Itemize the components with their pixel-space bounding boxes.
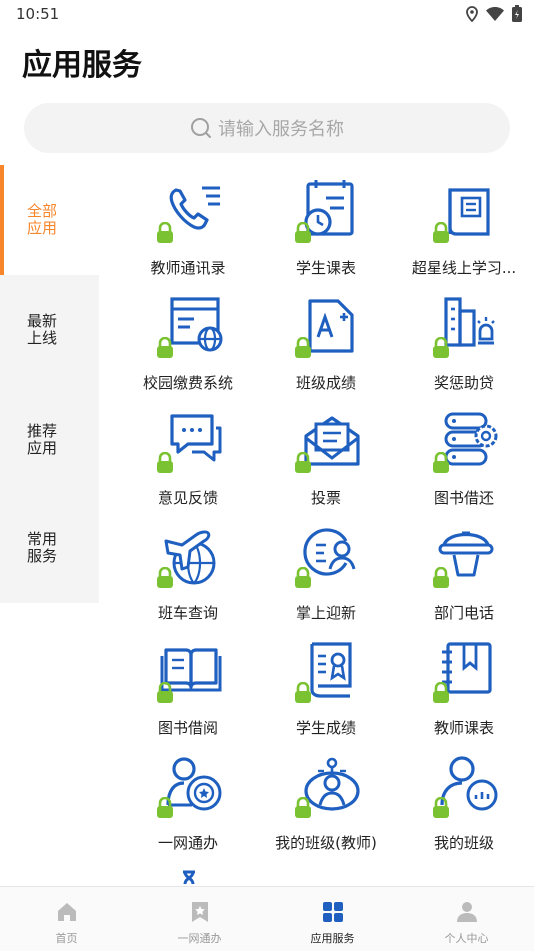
- lock-icon: [433, 797, 449, 818]
- lock-icon: [433, 682, 449, 703]
- battery-icon: [512, 5, 522, 22]
- lock-icon: [433, 452, 449, 473]
- app-label: 我的班级: [433, 834, 494, 852]
- app-shuttle-query[interactable]: 班车查询: [118, 523, 258, 638]
- app-teacher-contacts[interactable]: 教师通讯录: [118, 178, 258, 293]
- app-label: 班车查询: [157, 604, 218, 622]
- lock-icon: [295, 452, 311, 473]
- partial-app-icon: [183, 870, 195, 884]
- app-mobile-welcome[interactable]: 掌上迎新: [256, 523, 396, 638]
- app-book-borrow[interactable]: 图书借阅: [118, 638, 258, 753]
- status-icons: [466, 5, 522, 22]
- app-label: 图书借阅: [157, 719, 218, 737]
- lock-icon: [157, 682, 173, 703]
- grid-apps-icon: [323, 902, 343, 922]
- lock-icon: [433, 337, 449, 358]
- app-my-class-teacher[interactable]: 我的班级(教师): [256, 753, 396, 868]
- sidebar-item-label: 最新上线: [27, 312, 58, 347]
- lock-icon: [157, 222, 173, 243]
- lock-icon: [295, 682, 311, 703]
- app-student-timetable[interactable]: 学生课表: [256, 178, 396, 293]
- lock-icon: [433, 222, 449, 243]
- app-teacher-timetable[interactable]: 教师课表: [394, 638, 534, 753]
- app-student-grades[interactable]: 学生成绩: [256, 638, 396, 753]
- lock-icon: [295, 797, 311, 818]
- app-label: 我的班级(教师): [275, 834, 377, 852]
- app-label: 投票: [310, 489, 341, 507]
- app-one-stop-service[interactable]: 一网通办: [118, 753, 258, 868]
- nav-one-stop[interactable]: 一网通办: [133, 887, 266, 951]
- app-chaoxing-learning[interactable]: 超星线上学习...: [394, 178, 534, 293]
- app-label: 掌上迎新: [295, 604, 356, 622]
- app-label: 一网通办: [157, 834, 218, 852]
- app-campus-payment[interactable]: 校园缴费系统: [118, 293, 258, 408]
- search-icon: [191, 118, 211, 138]
- status-time: 10:51: [16, 5, 60, 23]
- sidebar-item-label: 常用服务: [27, 530, 58, 565]
- lock-icon: [157, 797, 173, 818]
- home-icon: [58, 903, 76, 921]
- app-feedback[interactable]: 意见反馈: [118, 408, 258, 523]
- app-label: 教师通讯录: [150, 259, 226, 277]
- lock-icon: [295, 337, 311, 358]
- sidebar-item-new[interactable]: 最新上线: [0, 275, 99, 385]
- app-vote[interactable]: 投票: [256, 408, 396, 523]
- app-book-borrow-return[interactable]: 图书借还: [394, 408, 534, 523]
- app-department-phone[interactable]: 部门电话: [394, 523, 534, 638]
- nav-home[interactable]: 首页: [0, 887, 133, 951]
- app-label: 教师课表: [433, 719, 494, 737]
- app-label: 部门电话: [433, 604, 494, 622]
- search-input[interactable]: 请输入服务名称: [24, 103, 510, 153]
- page-title: 应用服务: [22, 48, 142, 83]
- bookmark-star-icon: [192, 902, 208, 922]
- location-icon: [466, 5, 478, 22]
- sidebar-item-all-apps[interactable]: 全部应用: [0, 165, 99, 275]
- nav-app-services[interactable]: 应用服务: [266, 887, 399, 951]
- lock-icon: [157, 567, 173, 588]
- status-bar: 10:51: [0, 0, 534, 28]
- lock-icon: [157, 452, 173, 473]
- search-placeholder: 请输入服务名称: [218, 119, 344, 140]
- category-sidebar: 全部应用 最新上线 推荐应用 常用服务: [0, 165, 99, 603]
- lock-icon: [433, 567, 449, 588]
- app-label: 超星线上学习...: [411, 259, 517, 277]
- nav-label: 首页: [55, 932, 78, 945]
- app-label: 意见反馈: [157, 489, 218, 507]
- person-icon: [457, 902, 477, 922]
- sidebar-item-label: 全部应用: [27, 202, 58, 237]
- app-label: 班级成绩: [295, 374, 356, 392]
- wifi-icon: [486, 6, 504, 21]
- lock-icon: [295, 567, 311, 588]
- bottom-nav: 首页 一网通办 应用服务 个人中心: [0, 886, 534, 951]
- app-label: 奖惩助贷: [433, 374, 494, 392]
- app-label: 图书借还: [433, 489, 494, 507]
- nav-label: 个人中心: [444, 932, 489, 945]
- sidebar-item-recommended[interactable]: 推荐应用: [0, 385, 99, 495]
- nav-profile[interactable]: 个人中心: [400, 887, 533, 951]
- lock-icon: [157, 337, 173, 358]
- app-my-class[interactable]: 我的班级: [394, 753, 534, 868]
- app-label: 学生成绩: [295, 719, 356, 737]
- lock-icon: [295, 222, 311, 243]
- sidebar-item-label: 推荐应用: [27, 422, 58, 457]
- sidebar-item-common[interactable]: 常用服务: [0, 493, 99, 603]
- app-label: 学生课表: [295, 259, 356, 277]
- nav-label: 应用服务: [310, 932, 355, 945]
- app-label: 校园缴费系统: [142, 374, 233, 392]
- nav-label: 一网通办: [177, 932, 222, 945]
- app-award-loan[interactable]: 奖惩助贷: [394, 293, 534, 408]
- app-class-grades[interactable]: 班级成绩: [256, 293, 396, 408]
